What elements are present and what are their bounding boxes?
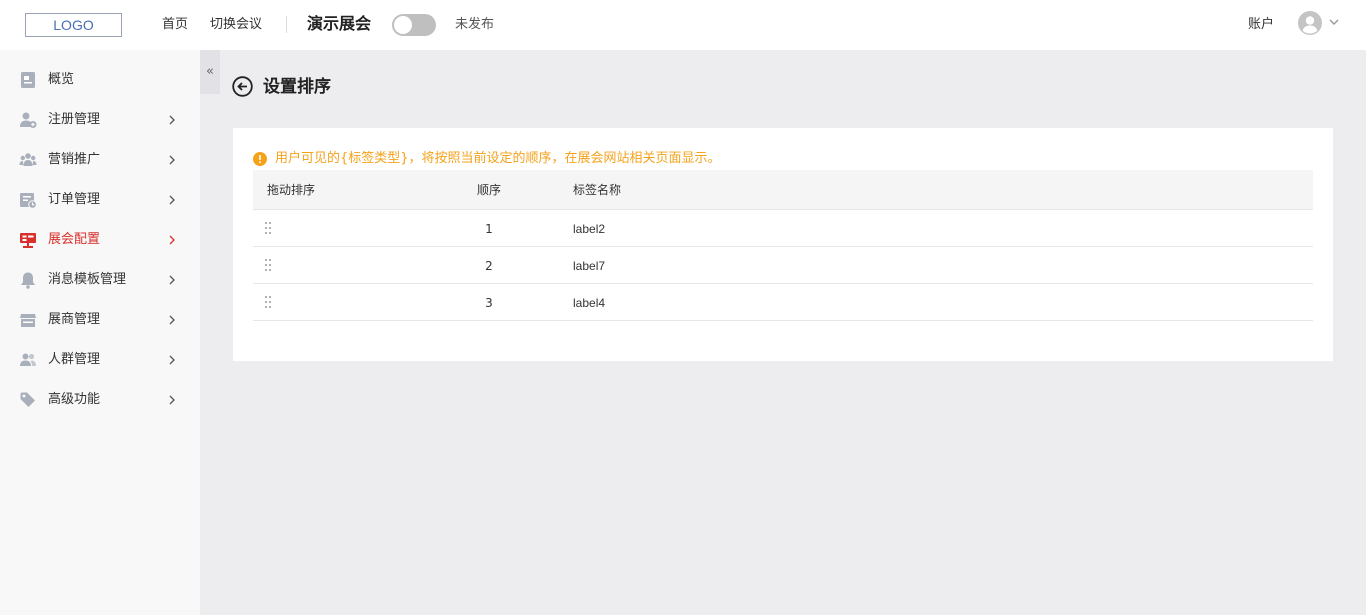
drag-handle-icon[interactable] xyxy=(264,295,272,309)
column-header-label-name: 标签名称 xyxy=(573,183,622,197)
sidebar-item-label: 注册管理 xyxy=(48,112,101,127)
column-header-drag: 拖动排序 xyxy=(267,183,316,197)
sidebar-item-registration[interactable]: 注册管理 xyxy=(0,100,200,140)
store-icon xyxy=(20,314,36,327)
cell-label-name: label7 xyxy=(573,259,606,273)
logo[interactable]: LOGO xyxy=(25,13,122,37)
nav-switch-meeting-link[interactable]: 切换会议 xyxy=(210,16,262,34)
chevron-right-icon xyxy=(169,195,175,205)
cell-order: 1 xyxy=(485,222,493,236)
chevron-right-icon xyxy=(169,275,175,285)
sidebar-item-label: 营销推广 xyxy=(48,152,101,167)
drag-handle-icon[interactable] xyxy=(264,258,272,272)
expo-name: 演示展会 xyxy=(307,14,372,33)
sidebar-item-message-templates[interactable]: 消息模板管理 xyxy=(0,260,200,300)
sidebar-item-expo-config[interactable]: 展会配置 xyxy=(0,220,200,260)
sidebar-item-label: 人群管理 xyxy=(48,352,101,367)
sidebar-item-label: 概览 xyxy=(48,72,75,87)
publish-status: 未发布 xyxy=(455,17,495,32)
sidebar: 概览 注册管理 营销推广 订单管理 展会配置 消息模板管理 展商管理 人群管理 … xyxy=(0,50,200,615)
tag-icon xyxy=(20,392,35,407)
people-icon xyxy=(20,353,36,366)
chevron-down-icon[interactable] xyxy=(1328,17,1340,27)
sidebar-item-audience[interactable]: 人群管理 xyxy=(0,340,200,380)
chevron-right-icon xyxy=(169,155,175,165)
warning-icon xyxy=(253,152,267,166)
chevron-right-icon xyxy=(169,115,175,125)
sidebar-item-orders[interactable]: 订单管理 xyxy=(0,180,200,220)
column-header-order: 顺序 xyxy=(477,183,502,197)
page-title: 设置排序 xyxy=(263,77,331,97)
table-row[interactable]: 1 label2 xyxy=(253,210,1313,247)
chevron-right-icon xyxy=(169,395,175,405)
sidebar-item-label: 消息模板管理 xyxy=(48,272,127,287)
cell-label-name: label4 xyxy=(573,296,606,310)
bell-icon xyxy=(21,272,35,289)
notice-text: 用户可见的{标签类型}，将按照当前设定的顺序，在展会网站相关页面显示。 xyxy=(275,151,721,166)
sidebar-item-label: 订单管理 xyxy=(48,192,101,207)
sidebar-item-label: 展商管理 xyxy=(48,312,101,327)
cell-label-name: label2 xyxy=(573,222,606,236)
chevron-right-icon xyxy=(169,355,175,365)
sidebar-collapse-button[interactable]: « xyxy=(200,50,220,94)
sidebar-item-label: 高级功能 xyxy=(48,392,101,407)
table-row[interactable]: 2 label7 xyxy=(253,247,1313,284)
sidebar-item-exhibitors[interactable]: 展商管理 xyxy=(0,300,200,340)
chevron-right-icon xyxy=(169,315,175,325)
toggle-knob xyxy=(394,16,412,34)
back-arrow-icon[interactable] xyxy=(232,76,253,97)
top-header: LOGO 首页 切换会议 演示展会 未发布 账户 xyxy=(0,0,1366,50)
table-header: 拖动排序 顺序 标签名称 xyxy=(253,170,1313,210)
avatar-icon[interactable] xyxy=(1298,11,1322,35)
group-icon xyxy=(19,153,37,166)
sidebar-item-marketing[interactable]: 营销推广 xyxy=(0,140,200,180)
drag-handle-icon[interactable] xyxy=(264,221,272,235)
publish-toggle[interactable] xyxy=(392,14,436,36)
sidebar-item-advanced[interactable]: 高级功能 xyxy=(0,380,200,420)
cell-order: 3 xyxy=(485,296,493,310)
cell-order: 2 xyxy=(485,259,493,273)
user-add-icon xyxy=(20,112,37,128)
sidebar-item-label: 展会配置 xyxy=(48,232,101,247)
sort-panel: 用户可见的{标签类型}，将按照当前设定的顺序，在展会网站相关页面显示。 拖动排序… xyxy=(233,128,1333,361)
order-icon xyxy=(20,193,37,209)
table-row[interactable]: 3 label4 xyxy=(253,284,1313,321)
chevron-right-icon xyxy=(169,235,175,245)
sidebar-item-overview[interactable]: 概览 xyxy=(0,60,200,100)
nav-divider xyxy=(286,16,287,33)
overview-icon xyxy=(21,72,35,88)
account-link[interactable]: 账户 xyxy=(1248,16,1274,34)
config-icon xyxy=(20,233,36,248)
nav-home-link[interactable]: 首页 xyxy=(162,16,188,34)
